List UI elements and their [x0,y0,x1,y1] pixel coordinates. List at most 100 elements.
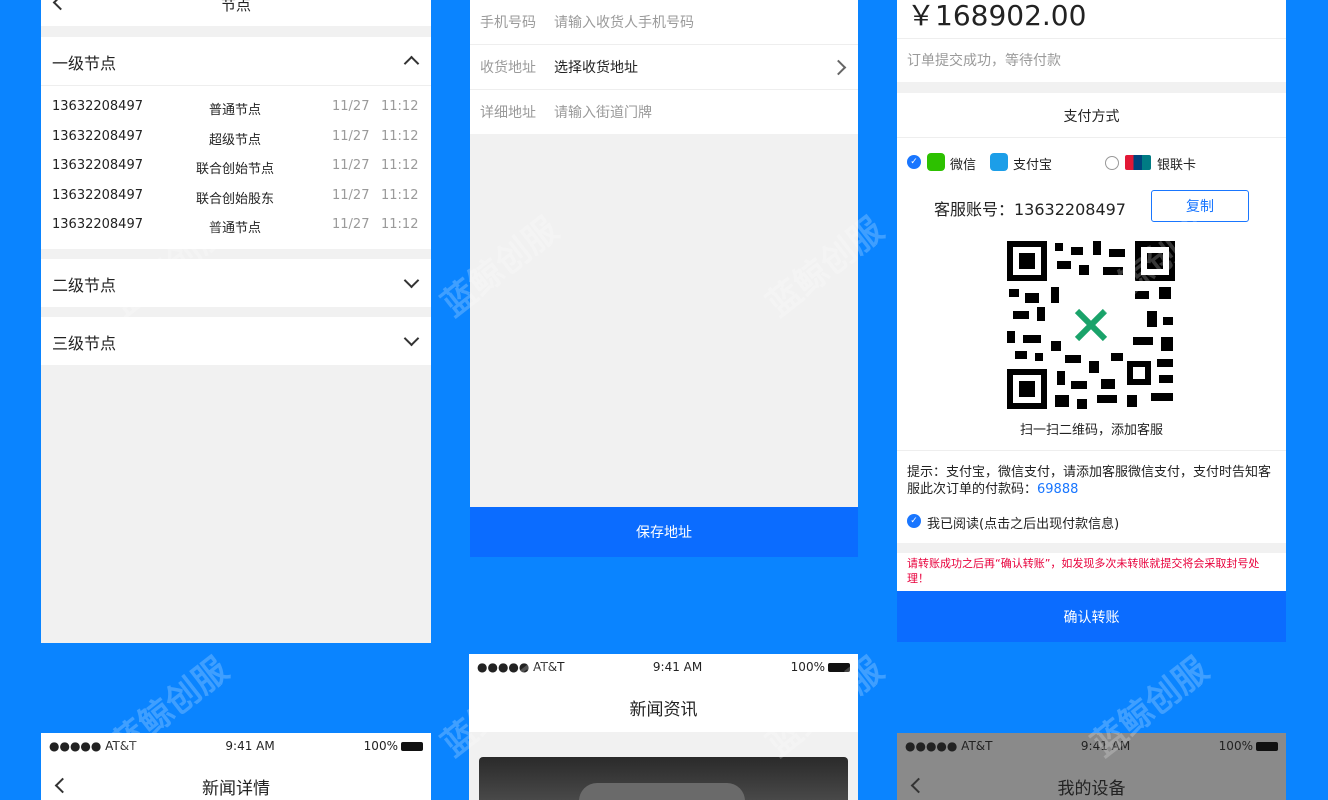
status-bar: ●●●●● AT&T 9:41 AM 100% [897,733,1286,759]
nodes-header: 节点 [41,0,431,26]
service-account: 客服账号：13632208497 [934,200,1126,219]
nodes-title: 节点 [220,0,251,14]
table-row: 13632208497 普通节点 11/27 11:12 [41,211,431,240]
level2-label: 二级节点 [52,276,117,295]
page-title: 我的设备 [1057,779,1126,799]
battery-level: 100% [1219,739,1278,753]
battery-icon [827,663,850,672]
chevron-right-icon[interactable] [830,59,847,76]
chevron-up-icon[interactable] [403,55,420,72]
tip-text: 提示：支付宝，微信支付，请添加客服微信支付，支付时告知客服此次订单的付款码： [907,465,1272,497]
news-image-shape [579,783,745,800]
row-type: 普通节点 [208,221,261,236]
news-card-image[interactable] [479,757,848,800]
row-date: 11/27 [332,99,370,114]
level1-label: 一级节点 [52,54,117,73]
row-type: 联合创始股东 [195,192,274,207]
wechat-label[interactable]: 微信 [950,154,976,173]
row-time: 11:12 [381,217,419,232]
battery-level: 100% [791,660,850,674]
phone-field[interactable]: 请输入收货人手机号码 [554,12,694,32]
row-date: 11/27 [332,217,370,232]
copy-button[interactable]: 复制 [1151,190,1249,222]
row-phone: 13632208497 [52,129,143,144]
battery-level: 100% [364,739,423,753]
row-phone: 13632208497 [52,158,143,173]
alipay-icon [990,153,1008,171]
row-time: 11:12 [381,158,419,173]
check-icon[interactable]: ✓ [907,155,921,169]
read-agreement[interactable]: ✓ 我已阅读(点击之后出现付款信息) [907,513,1279,532]
check-icon[interactable]: ✓ [907,514,921,528]
qr-code [1007,241,1175,409]
address-form: 手机号码 请输入收货人手机号码 收货地址 选择收货地址 详细地址 请输入街道门牌 [470,0,858,134]
pay-tip: 提示：支付宝，微信支付，请添加客服微信支付，支付时告知客服此次订单的付款码：69… [907,464,1279,498]
save-address-button[interactable]: 保存地址 [470,507,858,557]
phone-row[interactable]: 手机号码 请输入收货人手机号码 [470,0,858,44]
warning-box: 请转账成功之后再“确认转账”，如发现多次未转账就提交将会采取封号处理！ [897,553,1286,591]
divider [41,85,431,86]
unionpay-label[interactable]: 银联卡 [1157,154,1196,173]
divider [897,38,1286,39]
clock: 9:41 AM [225,739,275,753]
divider [897,137,1286,138]
row-time: 11:12 [381,129,419,144]
table-row: 13632208497 联合创始节点 11/27 11:12 [41,152,431,181]
news-list-screen: ●●●●● AT&T 9:41 AM 100% 新闻资讯 [469,654,858,800]
chevron-down-icon[interactable] [403,272,420,289]
row-date: 11/27 [332,188,370,203]
order-status: 订单提交成功，等待付款 [907,53,1061,69]
row-date: 11/27 [332,129,370,144]
row-phone: 13632208497 [52,99,143,114]
row-phone: 13632208497 [52,217,143,232]
phone-label: 手机号码 [480,15,536,31]
battery-icon [400,742,423,751]
payment-method-title: 支付方式 [1063,109,1120,125]
level3-label: 三级节点 [52,334,117,353]
pay-code: 69888 [1037,482,1079,497]
nodes-screen: 节点 一级节点 13632208497 普通节点 11/27 11:12 136… [41,0,431,643]
row-phone: 13632208497 [52,188,143,203]
news-detail-screen: ●●●●● AT&T 9:41 AM 100% 新闻详情 [41,733,431,800]
carrier: ●●●●● AT&T [905,739,993,753]
table-row: 13632208497 超级节点 11/27 11:12 [41,123,431,152]
row-type: 超级节点 [208,133,261,148]
detail-field[interactable]: 请输入街道门牌 [554,102,652,122]
order-amount: ￥168902.00 [907,0,1087,32]
confirm-transfer-button[interactable]: 确认转账 [897,591,1286,642]
row-type: 联合创始节点 [195,162,274,177]
row-type: 普通节点 [208,103,261,118]
amount-card: ￥168902.00 订单提交成功，等待付款 [897,0,1286,82]
status-bar: ●●●●● AT&T 9:41 AM 100% [41,733,431,759]
carrier: ●●●●● AT&T [49,739,137,753]
read-label: 我已阅读(点击之后出现付款信息) [927,517,1120,532]
method-options: ✓ 微信 支付宝 银联卡 [907,153,1277,175]
level1-header[interactable]: 一级节点 [41,37,431,85]
level3-header[interactable]: 三级节点 [41,317,431,365]
clock: 9:41 AM [652,660,703,674]
address-screen: 手机号码 请输入收货人手机号码 收货地址 选择收货地址 详细地址 请输入街道门牌… [470,0,858,557]
wechat-icon [927,153,945,171]
payment-card: 支付方式 ✓ 微信 支付宝 银联卡 客服账号：13632208497 复制 扫一… [897,93,1286,543]
status-bar: ●●●●● AT&T 9:41 AM 100% [469,654,858,680]
chevron-down-icon[interactable] [403,330,420,347]
row-time: 11:12 [381,188,419,203]
region-label: 收货地址 [480,60,536,76]
region-select[interactable]: 选择收货地址 [554,57,638,77]
unionpay-icon [1125,155,1151,170]
device-screen: ●●●●● AT&T 9:41 AM 100% 我的设备 [897,733,1286,800]
page-title: 新闻资讯 [629,700,698,720]
detail-label: 详细地址 [480,105,536,121]
alipay-label[interactable]: 支付宝 [1013,154,1052,173]
level2-header[interactable]: 二级节点 [41,259,431,307]
detail-row[interactable]: 详细地址 请输入街道门牌 [470,90,858,134]
payment-screen: ￥168902.00 订单提交成功，等待付款 支付方式 ✓ 微信 支付宝 银联卡… [897,0,1286,642]
clock: 9:41 AM [1080,739,1131,753]
region-row[interactable]: 收货地址 选择收货地址 [470,45,858,89]
battery-icon [1255,742,1278,751]
table-row: 13632208497 联合创始股东 11/27 11:12 [41,182,431,211]
row-time: 11:12 [381,99,419,114]
divider [897,450,1286,451]
row-date: 11/27 [332,158,370,173]
radio-icon[interactable] [1105,156,1119,170]
